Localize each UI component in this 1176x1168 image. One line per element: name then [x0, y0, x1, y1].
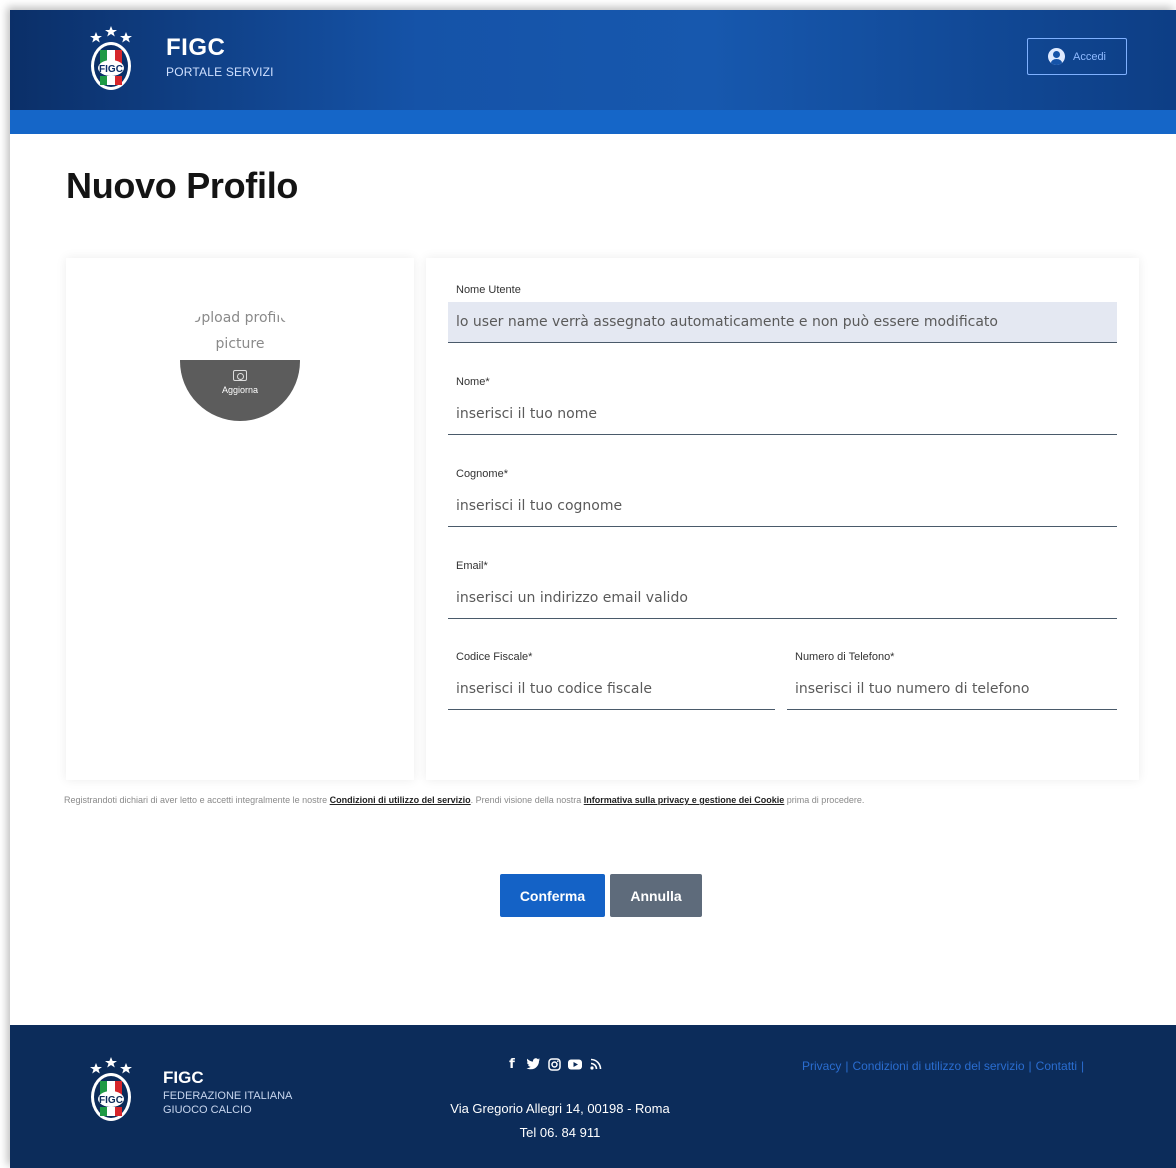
- footer-link-separator: |: [845, 1059, 849, 1073]
- address-text: Via Gregorio Allegri 14, 00198 - Roma: [450, 1101, 670, 1116]
- last-name-field: Cognome*: [448, 468, 1117, 528]
- avatar-upload[interactable]: Upload profile picture Aggiorna: [180, 301, 300, 421]
- footer-subtitle-line-2: GIUOCO CALCIO: [163, 1104, 252, 1116]
- avatar-update-label: Aggiorna: [221, 385, 259, 395]
- terms-link[interactable]: Condizioni di utilizzo del servizio: [330, 795, 471, 805]
- last-name-input[interactable]: [448, 486, 1117, 527]
- youtube-icon[interactable]: [568, 1057, 582, 1071]
- upload-profile-picture-text: Upload profile picture: [191, 310, 289, 352]
- instagram-icon[interactable]: [547, 1057, 561, 1071]
- phone-text: Tel 06. 84 911: [519, 1125, 601, 1140]
- footer-links: Privacy | Condizioni di utilizzo del ser…: [802, 1059, 1088, 1073]
- footer-link-separator: |: [1028, 1059, 1032, 1073]
- first-name-input[interactable]: [448, 394, 1117, 435]
- cancel-button[interactable]: Annulla: [610, 874, 702, 917]
- confirm-button[interactable]: Conferma: [500, 874, 605, 917]
- consent-text-after: prima di procedere.: [784, 795, 865, 805]
- consent-text-middle: . Prendi visione della nostra: [470, 795, 584, 805]
- social-icons: f: [505, 1057, 603, 1072]
- footer-link-separator: |: [1081, 1059, 1085, 1073]
- footer: FIGC FIGC FEDERAZIONE ITALIANA GIUOCO CA…: [10, 1025, 1176, 1168]
- first-name-field: Nome*: [448, 376, 1117, 436]
- svg-text:FIGC: FIGC: [99, 64, 123, 75]
- tax-code-field: Codice Fiscale*: [448, 651, 775, 711]
- consent-text: Registrandoti dichiari di aver letto e a…: [64, 795, 1164, 805]
- email-label: Email*: [456, 560, 488, 572]
- footer-privacy-link[interactable]: Privacy: [802, 1059, 841, 1073]
- phone-field: Numero di Telefono*: [787, 651, 1117, 711]
- twitter-icon[interactable]: [526, 1057, 540, 1071]
- footer-address: Via Gregorio Allegri 14, 00198 - Roma Te…: [390, 1097, 730, 1145]
- login-label: Accedi: [1072, 50, 1107, 63]
- profile-picture-card: Upload profile picture Aggiorna: [66, 258, 414, 780]
- footer-contacts-link[interactable]: Contatti: [1036, 1059, 1077, 1073]
- brand-subtitle: PORTALE SERVIZI: [166, 65, 274, 79]
- footer-title: FIGC: [163, 1068, 204, 1087]
- tax-code-label: Codice Fiscale*: [456, 651, 533, 663]
- phone-input[interactable]: [787, 669, 1117, 710]
- camera-icon: [233, 370, 247, 381]
- footer-subtitle-line-1: FEDERAZIONE ITALIANA: [163, 1090, 293, 1102]
- figc-logo[interactable]: FIGC: [76, 22, 146, 94]
- user-icon: [1047, 48, 1065, 65]
- username-input: [448, 302, 1117, 343]
- footer-terms-link[interactable]: Condizioni di utilizzo del servizio: [852, 1059, 1024, 1073]
- privacy-link[interactable]: Informativa sulla privacy e gestione dei…: [584, 795, 785, 805]
- rss-icon[interactable]: [589, 1057, 603, 1071]
- first-name-label: Nome*: [456, 376, 490, 388]
- login-button[interactable]: Accedi: [1027, 38, 1127, 75]
- header-strip: [10, 110, 1176, 134]
- username-field: Nome Utente: [448, 284, 1117, 344]
- username-label: Nome Utente: [456, 284, 521, 296]
- profile-form-card: Nome Utente Nome* Cognome* Email* Codice…: [426, 258, 1139, 780]
- tax-code-input[interactable]: [448, 669, 775, 710]
- footer-figc-logo: FIGC: [76, 1053, 146, 1125]
- footer-subtitle: FEDERAZIONE ITALIANA GIUOCO CALCIO: [163, 1089, 313, 1117]
- email-input[interactable]: [448, 578, 1117, 619]
- facebook-icon[interactable]: f: [505, 1057, 519, 1072]
- last-name-label: Cognome*: [456, 468, 508, 480]
- page-title: Nuovo Profilo: [66, 165, 299, 206]
- avatar-update-overlay[interactable]: Aggiorna: [180, 360, 300, 421]
- page: FIGC FIGC PORTALE SERVIZI Accedi Nuovo P…: [10, 10, 1176, 1168]
- email-field: Email*: [448, 560, 1117, 620]
- consent-text-before: Registrandoti dichiari di aver letto e a…: [64, 795, 330, 805]
- svg-text:FIGC: FIGC: [99, 1095, 123, 1106]
- brand-title: FIGC: [166, 34, 226, 61]
- top-header: FIGC FIGC PORTALE SERVIZI Accedi: [10, 10, 1176, 110]
- phone-label: Numero di Telefono*: [795, 651, 895, 663]
